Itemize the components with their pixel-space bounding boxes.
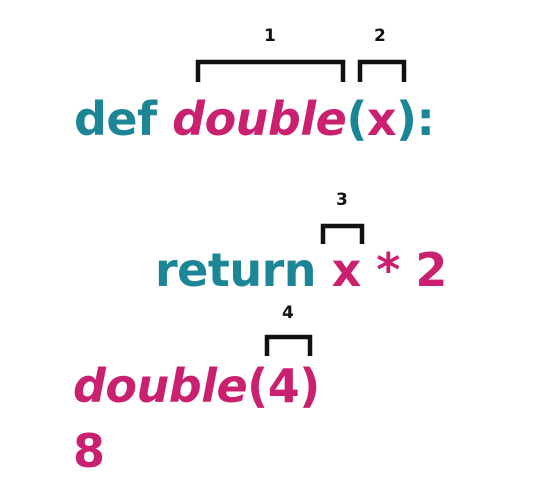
label-3: 3	[336, 190, 348, 210]
multiply-expression: * 2	[376, 243, 447, 297]
bracket-4	[264, 334, 313, 356]
result-value: 8	[73, 424, 105, 478]
label-2: 2	[374, 26, 386, 46]
return-keyword: return	[155, 243, 317, 297]
code-line-def: def double(x):	[74, 96, 435, 142]
argument-4: 4	[267, 359, 300, 413]
label-4: 4	[282, 303, 294, 323]
bracket-1	[195, 59, 346, 82]
function-name: double	[172, 92, 347, 146]
bracket-3	[320, 223, 365, 244]
code-line-call: double(4)	[73, 363, 320, 409]
open-paren: (	[346, 92, 367, 146]
code-line-result: 8	[73, 428, 105, 474]
close-paren-colon: ):	[396, 92, 435, 146]
bracket-2	[357, 59, 407, 82]
return-param-x: x	[331, 243, 362, 297]
def-keyword: def	[74, 92, 157, 146]
parameter-x: x	[366, 92, 397, 146]
label-1: 1	[264, 26, 276, 46]
call-function-name: double	[73, 359, 248, 413]
call-close-paren: )	[299, 359, 320, 413]
call-open-paren: (	[247, 359, 268, 413]
code-line-return: return x * 2	[155, 247, 447, 293]
